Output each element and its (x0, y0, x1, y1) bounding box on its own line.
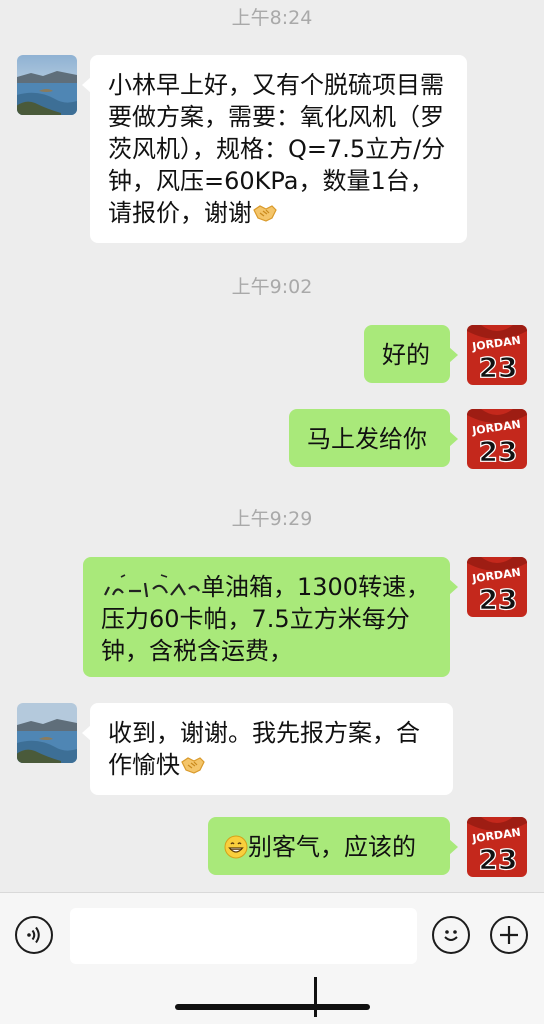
add-button[interactable] (490, 916, 528, 954)
grinning-emoji-icon (224, 835, 248, 859)
handshake-emoji-icon (252, 200, 278, 222)
message-bubble[interactable]: 马上发给你 (289, 409, 458, 467)
smiley-icon (444, 930, 458, 941)
garbled-text-fragment (104, 574, 200, 598)
message-text: 好的 (382, 341, 430, 369)
svg-text:23: 23 (479, 583, 518, 616)
voice-button[interactable] (15, 916, 53, 954)
input-bar (0, 892, 544, 1024)
message-bubble[interactable]: 好的 (364, 325, 458, 383)
timestamp: 上午9:02 (231, 276, 313, 298)
timestamp: 上午9:29 (231, 508, 313, 530)
self-avatar[interactable]: JORDAN 23 (467, 557, 527, 617)
svg-text:23: 23 (479, 843, 518, 876)
message-bubble[interactable]: 收到，谢谢。我先报方案，合作愉快 (82, 703, 453, 795)
message-bubble[interactable]: 别客气，应该的 (208, 817, 458, 875)
self-avatar[interactable]: JORDAN 23 (467, 409, 527, 469)
message-input[interactable] (70, 908, 417, 964)
message-text: 单油箱，1300转速，压力60卡帕，7.5立方米每分钟，含税含运费， (101, 573, 431, 665)
home-indicator[interactable] (175, 1004, 370, 1010)
touch-cursor-mark (314, 977, 317, 1017)
timestamp: 上午8:24 (231, 7, 313, 29)
handshake-emoji-icon (180, 752, 206, 774)
message-text: 马上发给你 (307, 425, 427, 453)
svg-text:23: 23 (479, 435, 518, 468)
plus-icon (500, 926, 518, 944)
self-avatar[interactable]: JORDAN 23 (467, 325, 527, 385)
emoji-button[interactable] (432, 916, 470, 954)
self-avatar[interactable]: JORDAN 23 (467, 817, 527, 877)
contact-avatar[interactable] (17, 55, 77, 115)
message-text: 收到，谢谢。我先报方案，合作愉快 (108, 719, 420, 779)
voice-icon (27, 926, 40, 944)
contact-avatar[interactable] (17, 703, 77, 763)
svg-text:23: 23 (479, 351, 518, 384)
message-bubble[interactable]: 单油箱，1300转速，压力60卡帕，7.5立方米每分钟，含税含运费， (83, 557, 458, 677)
message-bubble[interactable]: 小林早上好，又有个脱硫项目需要做方案，需要：氧化风机（罗茨风机），规格：Q=7.… (82, 55, 467, 243)
message-text: 别客气，应该的 (248, 833, 416, 861)
